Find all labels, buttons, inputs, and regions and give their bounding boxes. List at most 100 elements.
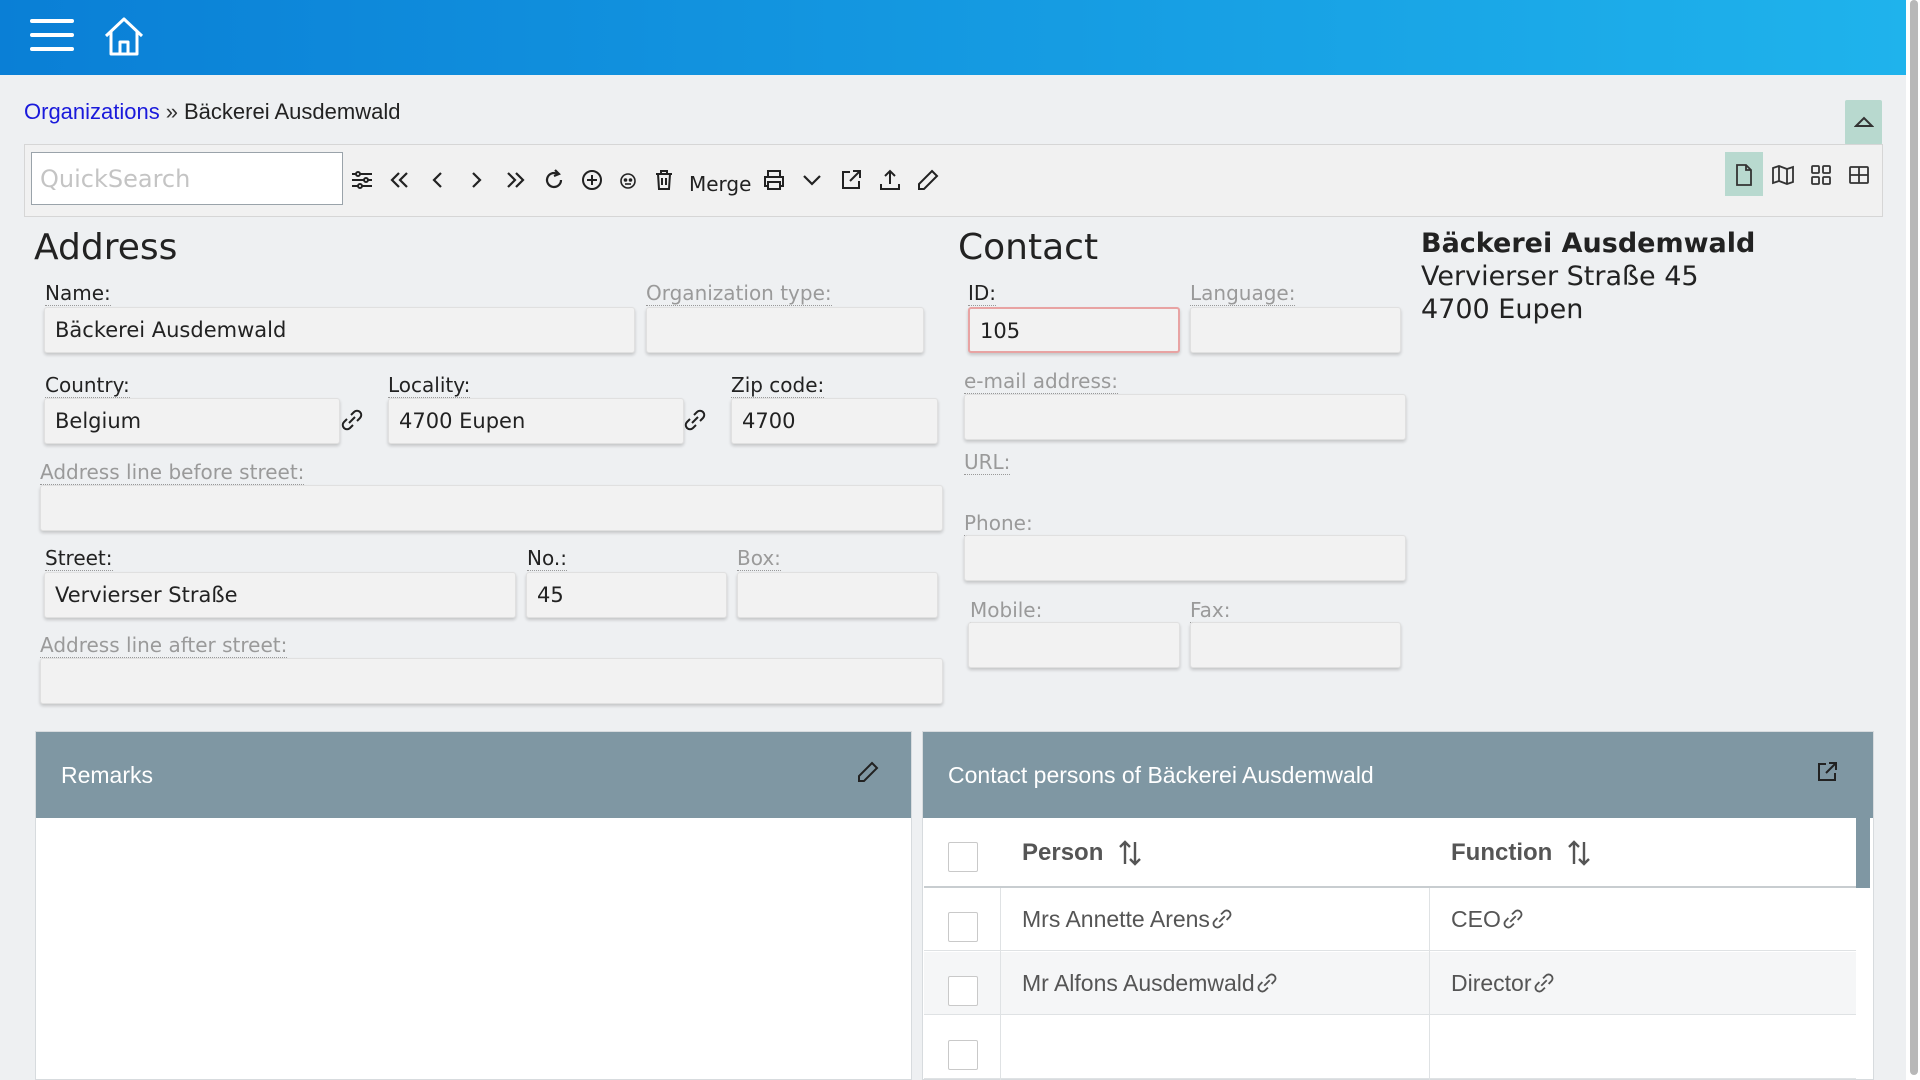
detail-view-button[interactable] <box>1725 152 1763 196</box>
first-record-icon[interactable] <box>387 167 413 193</box>
id-field[interactable]: 105 <box>968 307 1180 353</box>
street-label: Street: <box>45 546 113 571</box>
locality-link-icon[interactable] <box>682 407 708 433</box>
breadcrumb-organizations-link[interactable]: Organizations <box>24 99 160 124</box>
table-row[interactable]: Mrs Annette Arens CEO <box>924 888 1856 951</box>
number-field[interactable]: 45 <box>526 572 727 618</box>
print-icon[interactable] <box>761 167 787 193</box>
map-icon <box>1772 165 1794 185</box>
person-link-icon[interactable] <box>1255 971 1279 995</box>
breadcrumb-separator: » <box>165 99 178 124</box>
phone-label: Phone: <box>964 511 1033 536</box>
last-record-icon[interactable] <box>502 167 528 193</box>
row-checkbox[interactable] <box>948 912 978 942</box>
zip-code-field[interactable]: 4700 <box>731 398 938 444</box>
open-external-icon[interactable] <box>838 167 864 193</box>
person-cell[interactable]: Mrs Annette Arens <box>1022 906 1234 933</box>
box-label: Box: <box>737 546 781 571</box>
url-label: URL: <box>964 450 1011 475</box>
cards-view-button[interactable] <box>1801 152 1839 196</box>
phone-field[interactable] <box>964 535 1406 581</box>
sort-function-icon[interactable] <box>1565 838 1593 868</box>
map-view-button[interactable] <box>1763 152 1801 196</box>
contact-persons-panel-header: Contact persons of Bäckerei Ausdemwald <box>923 732 1873 818</box>
address-line-after-street-label: Address line after street: <box>40 633 288 658</box>
function-cell[interactable]: Director <box>1451 970 1556 997</box>
name-label: Name: <box>45 281 111 306</box>
select-all-checkbox[interactable] <box>948 842 978 872</box>
mobile-label: Mobile: <box>970 598 1043 623</box>
address-section-title: Address <box>34 227 178 268</box>
page-scrollbar[interactable] <box>1906 0 1920 1080</box>
mobile-field[interactable] <box>968 622 1180 668</box>
row-checkbox[interactable] <box>948 1040 978 1070</box>
chevron-down-icon[interactable] <box>799 167 825 193</box>
sort-person-icon[interactable] <box>1116 838 1144 868</box>
email-address-field[interactable] <box>964 394 1406 440</box>
summary-name: Bäckerei Ausdemwald <box>1421 228 1756 259</box>
language-field[interactable] <box>1190 307 1401 353</box>
edit-remarks-icon[interactable] <box>855 759 881 785</box>
open-external-icon[interactable] <box>1814 759 1840 785</box>
previous-record-icon[interactable] <box>425 167 451 193</box>
summary-street: Vervierser Straße 45 <box>1421 261 1699 292</box>
refresh-icon[interactable] <box>541 167 567 193</box>
zip-code-label: Zip code: <box>731 373 825 398</box>
language-label: Language: <box>1190 281 1296 306</box>
toolbar: Merge <box>24 144 1883 217</box>
column-divider <box>1000 888 1001 1080</box>
function-link-icon[interactable] <box>1501 907 1525 931</box>
organization-summary: Bäckerei Ausdemwald Vervierser Straße 45… <box>1421 227 1755 326</box>
number-label: No.: <box>527 546 567 571</box>
locality-label: Locality: <box>388 373 471 398</box>
person-cell[interactable]: Mr Alfons Ausdemwald <box>1022 970 1279 997</box>
locality-field[interactable]: 4700 Eupen <box>388 398 684 444</box>
country-link-icon[interactable] <box>339 407 365 433</box>
insert-icon[interactable] <box>579 167 605 193</box>
grid-scroll-strip <box>1856 818 1870 888</box>
contact-persons-panel: Contact persons of Bäckerei Ausdemwald P… <box>922 731 1874 1080</box>
collapse-toolbar-button[interactable] <box>1845 100 1882 145</box>
function-link-icon[interactable] <box>1532 971 1556 995</box>
scrollbar-thumb[interactable] <box>1910 0 1918 1075</box>
fax-field[interactable] <box>1190 622 1401 668</box>
column-header-function[interactable]: Function <box>1451 839 1552 867</box>
summary-city: 4700 Eupen <box>1421 294 1584 325</box>
export-icon[interactable] <box>877 167 903 193</box>
merge-button[interactable]: Merge <box>689 172 751 196</box>
hamburger-menu-icon[interactable] <box>30 19 74 53</box>
table-row[interactable] <box>924 1016 1856 1079</box>
next-record-icon[interactable] <box>463 167 489 193</box>
box-field[interactable] <box>737 572 938 618</box>
duplicate-icon[interactable] <box>615 167 641 193</box>
function-cell[interactable]: CEO <box>1451 906 1525 933</box>
contact-persons-panel-title: Contact persons of Bäckerei Ausdemwald <box>948 762 1374 788</box>
grid-view-button[interactable] <box>1839 152 1877 196</box>
delete-icon[interactable] <box>651 167 677 193</box>
remarks-panel-header: Remarks <box>36 732 911 818</box>
address-line-before-street-field[interactable] <box>40 485 943 531</box>
column-divider <box>1429 888 1430 1080</box>
remarks-panel-title: Remarks <box>61 762 154 788</box>
quicksearch-input[interactable] <box>31 152 343 205</box>
email-address-label: e-mail address: <box>964 369 1119 394</box>
home-icon[interactable] <box>102 14 146 58</box>
row-checkbox[interactable] <box>948 976 978 1006</box>
contact-section-title: Contact <box>958 227 1099 268</box>
country-field[interactable]: Belgium <box>44 398 340 444</box>
filter-icon[interactable] <box>349 167 375 193</box>
person-link-icon[interactable] <box>1210 907 1234 931</box>
street-field[interactable]: Vervierser Straße <box>44 572 516 618</box>
fax-label: Fax: <box>1190 598 1231 623</box>
organization-type-label: Organization type: <box>646 281 832 306</box>
column-header-person[interactable]: Person <box>1022 839 1103 867</box>
name-field[interactable]: Bäckerei Ausdemwald <box>44 307 635 353</box>
table-row[interactable]: Mr Alfons Ausdemwald Director <box>924 952 1856 1015</box>
address-line-after-street-field[interactable] <box>40 658 943 704</box>
document-icon <box>1736 164 1752 186</box>
breadcrumb: Organizations» Bäckerei Ausdemwald <box>24 99 400 125</box>
country-label: Country: <box>45 373 130 398</box>
edit-icon[interactable] <box>915 167 941 193</box>
remarks-panel: Remarks <box>35 731 912 1080</box>
organization-type-field[interactable] <box>646 307 924 353</box>
